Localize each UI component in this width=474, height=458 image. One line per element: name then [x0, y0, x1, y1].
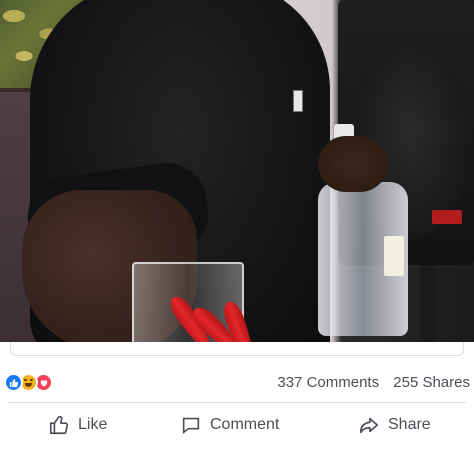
action-divider	[8, 402, 466, 403]
share-button[interactable]: Share	[358, 406, 431, 444]
bottle-label	[384, 236, 404, 276]
post-photo[interactable]	[0, 0, 474, 342]
share-arrow-icon	[359, 417, 379, 434]
like-label: Like	[78, 416, 108, 433]
thumbs-up-icon	[49, 415, 68, 435]
like-reaction-icon	[4, 373, 23, 392]
bottle-hand	[318, 136, 388, 192]
share-count[interactable]: 255 Shares	[393, 374, 470, 391]
speaker-logo	[432, 210, 462, 224]
shared-card-edge	[10, 342, 464, 356]
comment-icon	[182, 417, 200, 435]
share-label: Share	[388, 416, 431, 433]
comment-count[interactable]: 337 Comments	[277, 374, 379, 391]
shirt-badge	[293, 90, 303, 112]
comment-label: Comment	[210, 416, 280, 433]
post-actions: Like Comment Share	[0, 406, 474, 444]
post-stats: 337 Comments 255 Shares	[0, 368, 474, 398]
reaction-summary[interactable]	[4, 373, 64, 393]
engagement-counts: 337 Comments 255 Shares	[277, 374, 470, 391]
speaker-stand	[420, 265, 436, 342]
comment-button[interactable]: Comment	[180, 406, 279, 444]
like-button[interactable]: Like	[48, 406, 107, 444]
